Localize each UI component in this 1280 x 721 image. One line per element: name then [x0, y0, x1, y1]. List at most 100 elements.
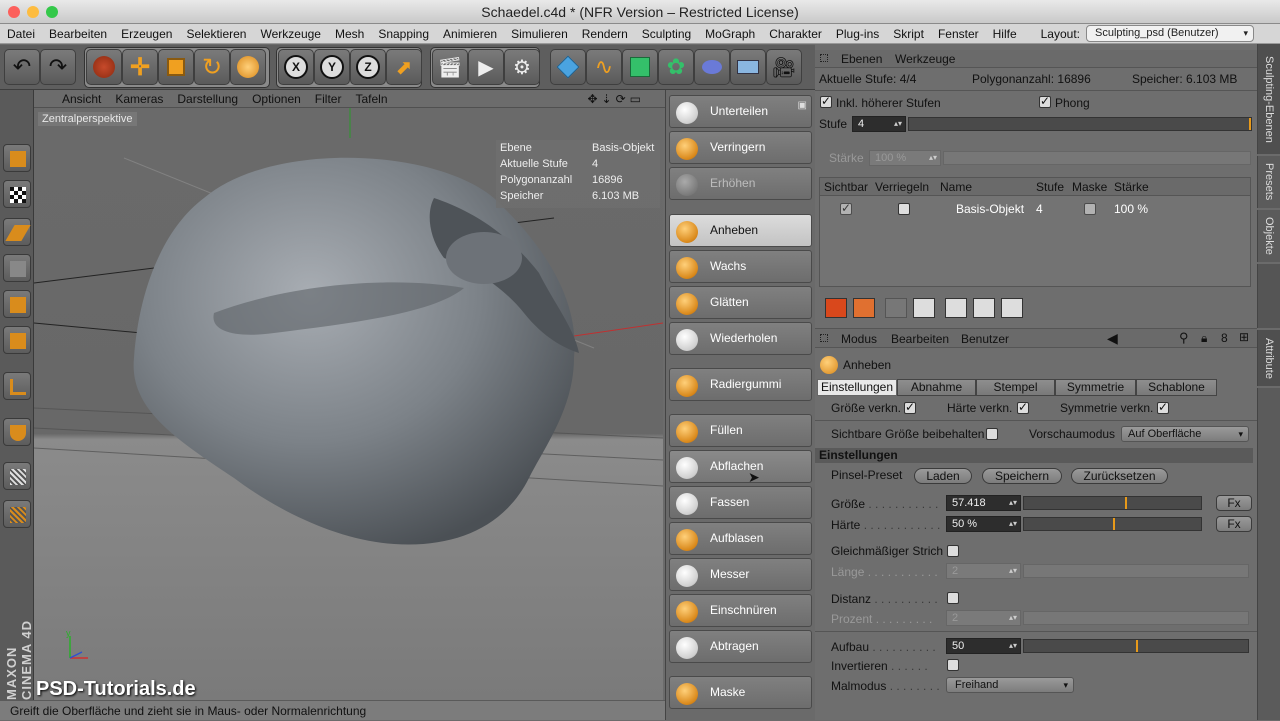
- layout-select[interactable]: Sculpting_psd (Benutzer) ▾: [1086, 25, 1254, 42]
- attr-menu-benutzer[interactable]: Benutzer: [961, 332, 1009, 346]
- table-row[interactable]: Basis-Objekt 4 100 %: [820, 200, 1250, 218]
- undo-button[interactable]: ↶: [4, 49, 40, 85]
- add-folder-icon[interactable]: [853, 298, 875, 318]
- brush-fuellen[interactable]: Füllen: [669, 414, 812, 447]
- brush-maske[interactable]: Maske: [669, 676, 812, 709]
- back-arrow-icon[interactable]: ◀: [1107, 330, 1118, 347]
- distance-checkbox[interactable]: [947, 592, 959, 604]
- row-lock-checkbox[interactable]: [898, 203, 910, 215]
- menu-datei[interactable]: Datei: [0, 27, 42, 41]
- link-symmetry-checkbox[interactable]: [1157, 400, 1169, 414]
- subtab-abnahme[interactable]: Abnahme: [897, 379, 976, 396]
- link-hardness-checkbox[interactable]: [1017, 400, 1029, 414]
- brush-wiederholen[interactable]: Wiederholen: [669, 322, 812, 355]
- menu-bearbeiten[interactable]: Bearbeiten: [42, 27, 114, 41]
- redo-button[interactable]: ↷: [40, 49, 76, 85]
- phong-checkbox[interactable]: [1039, 94, 1051, 108]
- grid-lock-button[interactable]: [3, 462, 31, 490]
- invert-checkbox[interactable]: [947, 659, 959, 671]
- tab-ebenen[interactable]: Ebenen: [841, 52, 882, 66]
- load-preset-button[interactable]: Laden: [914, 468, 972, 484]
- percent-field[interactable]: 2 ▴▾: [946, 610, 1021, 626]
- column-name[interactable]: Name: [940, 180, 972, 194]
- menu-plugins[interactable]: Plug-ins: [829, 27, 886, 41]
- subtab-schablone[interactable]: Schablone: [1136, 379, 1217, 396]
- workplane-button[interactable]: [3, 218, 31, 246]
- reset-preset-button[interactable]: Zurücksetzen: [1071, 468, 1168, 484]
- points-mode-button[interactable]: [3, 254, 31, 282]
- snap-button[interactable]: [3, 418, 31, 446]
- column-mask[interactable]: Maske: [1072, 180, 1107, 194]
- save-preset-button[interactable]: Speichern: [982, 468, 1062, 484]
- y-axis-button[interactable]: Y: [314, 49, 350, 85]
- model-mode-button[interactable]: [3, 144, 31, 172]
- viewport-menu-tafeln[interactable]: Tafeln: [355, 92, 387, 106]
- menu-animieren[interactable]: Animieren: [436, 27, 504, 41]
- x-axis-button[interactable]: X: [278, 49, 314, 85]
- hardness-field[interactable]: 50 % ▴▾: [946, 516, 1021, 532]
- column-visible[interactable]: Sichtbar: [824, 180, 868, 194]
- column-lock[interactable]: Verriegeln: [875, 180, 929, 194]
- clear-layer-icon[interactable]: [913, 298, 935, 318]
- menu-simulieren[interactable]: Simulieren: [504, 27, 575, 41]
- attr-menu-bearbeiten[interactable]: Bearbeiten: [891, 332, 949, 346]
- minimize-window-icon[interactable]: [27, 6, 39, 18]
- subtab-symmetrie[interactable]: Symmetrie: [1055, 379, 1136, 396]
- move-tool-button[interactable]: ✛: [122, 49, 158, 85]
- menu-werkzeuge[interactable]: Werkzeuge: [253, 27, 327, 41]
- menu-charakter[interactable]: Charakter: [762, 27, 829, 41]
- viewport-nav-icons[interactable]: ✥⇣⟳▭: [587, 92, 645, 106]
- zoom-window-icon[interactable]: [46, 6, 58, 18]
- brush-fassen[interactable]: Fassen: [669, 486, 812, 519]
- hardness-fx-button[interactable]: Fx: [1216, 516, 1252, 532]
- viewport-menu-darstellung[interactable]: Darstellung: [177, 92, 238, 106]
- search-icon[interactable]: ⚲: [1179, 330, 1189, 346]
- axis-mode-button[interactable]: [3, 372, 31, 400]
- keep-visible-size-checkbox[interactable]: [986, 428, 998, 440]
- rotate-tool-button[interactable]: ↻: [194, 49, 230, 85]
- scale-tool-button[interactable]: [158, 49, 194, 85]
- build-up-slider[interactable]: [1023, 639, 1249, 653]
- column-level[interactable]: Stufe: [1036, 180, 1064, 194]
- render-settings-button[interactable]: ⚙: [504, 49, 540, 85]
- brush-abflachen[interactable]: Abflachen ➤: [669, 450, 812, 485]
- build-up-field[interactable]: 50 ▴▾: [946, 638, 1021, 654]
- menu-skript[interactable]: Skript: [886, 27, 931, 41]
- lock-icon[interactable]: 🔒︎: [1201, 331, 1207, 346]
- camera-button[interactable]: 🎥︎: [766, 49, 802, 85]
- subdivision-button[interactable]: [622, 49, 658, 85]
- texture-mode-button[interactable]: [3, 180, 31, 208]
- viewport-menu-filter[interactable]: Filter: [315, 92, 342, 106]
- menu-hilfe[interactable]: Hilfe: [986, 27, 1024, 41]
- preview-mode-select[interactable]: Auf Oberfläche ▾: [1121, 426, 1249, 442]
- add-layer-icon[interactable]: [825, 298, 847, 318]
- length-field[interactable]: 2 ▴▾: [946, 563, 1021, 579]
- even-stroke-checkbox[interactable]: [947, 545, 959, 557]
- select-tool-button[interactable]: [86, 49, 122, 85]
- sidetab-objects[interactable]: Objekte: [1257, 210, 1280, 262]
- edges-mode-button[interactable]: [3, 290, 31, 318]
- hardness-slider[interactable]: [1023, 517, 1202, 531]
- brush-unterteilen[interactable]: Unterteilen ▣: [669, 95, 812, 128]
- cube-object-button[interactable]: [550, 49, 586, 85]
- tab-werkzeuge[interactable]: Werkzeuge: [895, 52, 955, 66]
- paint-mode-select[interactable]: Freihand ▾: [946, 677, 1074, 693]
- render-picture-viewer-button[interactable]: ▶: [468, 49, 504, 85]
- brush-messer[interactable]: Messer: [669, 558, 812, 591]
- sidetab-sculpting-layers[interactable]: Sculpting-Ebenen: [1257, 44, 1280, 154]
- strength-field[interactable]: 100 % ▴▾: [869, 150, 941, 166]
- brush-einschnueren[interactable]: Einschnüren: [669, 594, 812, 627]
- bake-layer-icon[interactable]: [945, 298, 967, 318]
- level-slider[interactable]: [908, 117, 1252, 131]
- link-size-checkbox[interactable]: [904, 400, 916, 414]
- percent-slider[interactable]: [1023, 611, 1249, 625]
- size-field[interactable]: 57.418 ▴▾: [946, 495, 1021, 511]
- array-button[interactable]: ✿: [658, 49, 694, 85]
- viewport-menu-kameras[interactable]: Kameras: [115, 92, 163, 106]
- viewport-menu-ansicht[interactable]: Ansicht: [62, 92, 101, 106]
- brush-glaetten[interactable]: Glätten: [669, 286, 812, 319]
- polygons-mode-button[interactable]: [3, 326, 31, 354]
- delete-layer-icon[interactable]: [885, 298, 907, 318]
- close-window-icon[interactable]: [8, 6, 20, 18]
- brush-erhoehen[interactable]: Erhöhen: [669, 167, 812, 200]
